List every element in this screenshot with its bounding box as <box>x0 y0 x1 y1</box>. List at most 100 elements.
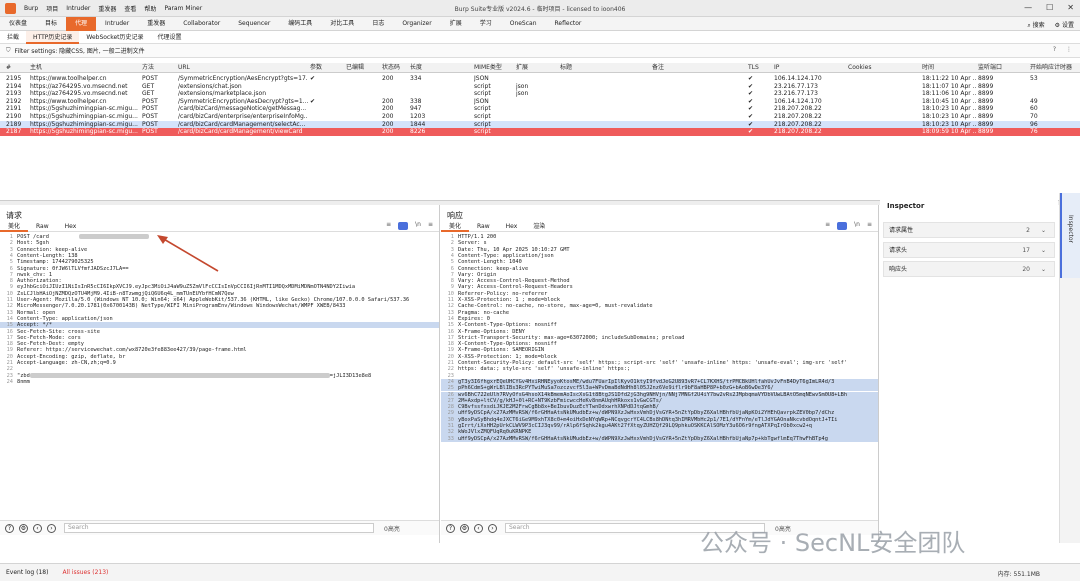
proxy-subtabs: 拦截 HTTP历史记录 WebSocket历史记录 代理设置 <box>0 30 1080 44</box>
help-icon[interactable]: ? <box>1053 46 1056 53</box>
pretty-toggle-icon[interactable]: ≡ <box>825 221 830 230</box>
tool-tab[interactable]: Reflector <box>546 17 591 31</box>
response-title: 响应 <box>447 211 463 220</box>
column-header[interactable]: MIME类型 <box>474 63 514 73</box>
search-button[interactable]: ⌕ 搜索 <box>1027 20 1044 30</box>
maximize-icon[interactable]: ☐ <box>1046 3 1053 12</box>
request-view-tab[interactable]: Hex <box>57 221 85 232</box>
column-header[interactable]: 标题 <box>560 63 650 73</box>
menu-item[interactable]: 重发器 <box>94 4 120 13</box>
line-text: X-XSS-Protection: 1 ; mode=block <box>458 297 561 303</box>
column-header[interactable]: TLS <box>748 63 772 73</box>
minimize-icon[interactable]: — <box>1024 3 1032 12</box>
table-row[interactable]: 2187 https://5gshuzhimingpian-sc.migu... P… <box>0 128 1080 137</box>
column-header[interactable]: URL <box>178 63 308 73</box>
proxy-subtab[interactable]: WebSocket历史记录 <box>79 31 150 44</box>
back-icon[interactable]: ‹ <box>33 523 42 533</box>
tool-tab[interactable]: Intruder <box>96 17 138 31</box>
column-header[interactable]: 参数 <box>310 63 344 73</box>
line-text: Content-Security-Policy: default-src 'se… <box>458 360 848 366</box>
table-cell: https://5gshuzhimingpian-sc.migu... <box>30 128 138 136</box>
wrap-toggle[interactable] <box>837 222 848 230</box>
response-view-tab[interactable]: Raw <box>469 221 498 232</box>
proxy-subtab[interactable]: 代理设置 <box>151 31 189 44</box>
tool-tab[interactable]: Organizer <box>393 17 440 31</box>
forward-icon[interactable]: › <box>47 523 56 533</box>
more-icon[interactable]: ⋮ <box>1066 46 1072 53</box>
request-view-tab[interactable]: Raw <box>28 221 57 232</box>
line-text: Expires: 0 <box>458 315 490 322</box>
inspector-section[interactable]: 请求头 17 ⌄ <box>883 241 1055 258</box>
back-icon[interactable]: ‹ <box>474 523 483 533</box>
newline-toggle-icon[interactable]: \n <box>415 221 421 230</box>
tool-tab[interactable]: 仪表盘 <box>0 17 36 31</box>
wrap-toggle[interactable] <box>398 222 409 230</box>
request-search-input[interactable]: Search <box>64 523 374 533</box>
column-header[interactable]: IP <box>774 63 846 73</box>
response-view-tab[interactable]: 美化 <box>441 221 470 232</box>
settings-button[interactable]: ⚙ 设置 <box>1055 20 1074 30</box>
menu-icon[interactable]: ≡ <box>428 221 433 230</box>
newline-toggle-icon[interactable]: \n <box>854 221 860 230</box>
filter-settings-text: Filter settings: 隐藏CSS, 图片, 一般二进制文件 <box>14 48 145 55</box>
column-header[interactable]: 状态码 <box>382 63 408 73</box>
menu-item[interactable]: Param Miner <box>160 5 206 12</box>
line-text: Content-Length: 1040 <box>458 259 522 266</box>
column-header[interactable]: Cookies <box>848 63 920 73</box>
response-view-tabs: 美化 Raw Hex 渲染 ≡ \n ≡ <box>441 221 878 232</box>
line-number: 24 <box>6 378 13 385</box>
line-text: HTTP/1.1 200 <box>458 234 497 240</box>
column-header[interactable]: 开始响应计时器 <box>1030 63 1080 73</box>
column-header[interactable]: 监听端口 <box>978 63 1028 73</box>
tool-tab[interactable]: 重发器 <box>138 17 174 31</box>
all-issues-link[interactable]: All issues (213) <box>62 569 108 576</box>
tool-tab[interactable]: OneScan <box>501 17 546 31</box>
tool-tab[interactable]: Sequencer <box>229 17 279 31</box>
column-header[interactable]: 主机 <box>30 63 140 73</box>
tool-tab[interactable]: Collaborator <box>174 17 229 31</box>
tool-tab[interactable]: 对比工具 <box>321 17 363 31</box>
menu-item[interactable]: 查看 <box>120 4 140 13</box>
settings-icon[interactable]: ⚙ <box>460 523 469 533</box>
menu-item[interactable]: Intruder <box>62 5 94 12</box>
proxy-subtab[interactable]: 拦截 <box>0 31 26 44</box>
column-header[interactable]: 扩展 <box>516 63 558 73</box>
proxy-subtab[interactable]: HTTP历史记录 <box>26 30 80 44</box>
tool-tab[interactable]: 学习 <box>471 17 501 31</box>
response-view-tab[interactable]: Hex <box>498 221 526 232</box>
event-log-link[interactable]: Event log (18) <box>6 569 48 576</box>
pretty-toggle-icon[interactable]: ≡ <box>386 221 391 230</box>
menu-item[interactable]: 项目 <box>42 4 62 13</box>
table-cell: /card/bizCard/cardManagement/viewCard <box>178 128 303 136</box>
filter-bar[interactable]: ⛉ Filter settings: 隐藏CSS, 图片, 一般二进制文件 ? … <box>0 44 1080 58</box>
inspector-rail-tab[interactable]: Inspector <box>1060 193 1080 278</box>
line-text: Vary: Access-Control-Request-Headers <box>458 284 573 291</box>
menu-icon[interactable]: ≡ <box>867 221 872 230</box>
response-editor[interactable]: 1 HTTP/1.1 200 2 Server: s 3 Date: Thu, 10 Ap… <box>441 234 878 519</box>
column-header[interactable]: 长度 <box>410 63 470 73</box>
tool-tab[interactable]: 代理 <box>66 16 97 31</box>
column-header[interactable]: 时间 <box>922 63 976 73</box>
column-header[interactable]: 方法 <box>142 63 176 73</box>
inspector-section[interactable]: 响应头 20 ⌄ <box>883 261 1055 277</box>
tool-tab[interactable]: 扩展 <box>441 17 471 31</box>
help-icon[interactable]: ? <box>446 523 455 533</box>
column-header[interactable]: # <box>6 63 30 73</box>
settings-icon[interactable]: ⚙ <box>19 523 28 533</box>
request-view-tab[interactable]: 美化 <box>0 221 29 232</box>
close-icon[interactable]: ✕ <box>1067 3 1074 12</box>
menu-item[interactable]: 帮助 <box>140 4 160 13</box>
forward-icon[interactable]: › <box>488 523 497 533</box>
help-icon[interactable]: ? <box>5 523 14 533</box>
column-header[interactable]: 备注 <box>652 63 746 73</box>
response-view-tab[interactable]: 渲染 <box>525 221 553 232</box>
menu-item[interactable]: Burp <box>20 5 42 12</box>
tool-tab[interactable]: 目标 <box>36 17 66 31</box>
request-editor[interactable]: 1 POST /card 2 Host: 5gsh 3 Connection: keep-… <box>0 234 439 519</box>
tool-tab[interactable]: 编码工具 <box>279 17 321 31</box>
code-line: 24 8nmm <box>0 379 439 385</box>
inspector-section[interactable]: 请求属性 2 ⌄ <box>883 222 1055 238</box>
line-text: Timestamp: 1744279025325 <box>17 259 94 266</box>
column-header[interactable]: 已编辑 <box>346 63 380 73</box>
tool-tab[interactable]: 日志 <box>363 17 393 31</box>
